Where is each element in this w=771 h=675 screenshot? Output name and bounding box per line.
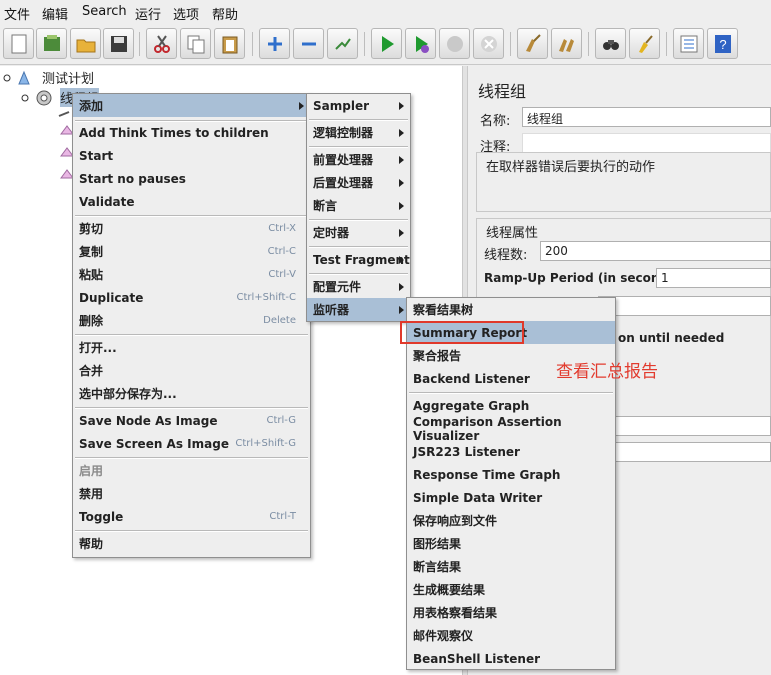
listener-item-assertion-results[interactable]: 断言结果 [407,555,615,578]
listener-item-view-results-table[interactable]: 用表格察看结果 [407,601,615,624]
listener-item-simple-data-writer[interactable]: Simple Data Writer [407,486,615,509]
templates-icon[interactable] [36,28,67,59]
listener-submenu: 察看结果树 Summary Report 聚合报告 Backend Listen… [406,297,616,670]
menu-search[interactable]: Search [82,4,127,19]
panel-title: 线程组 [478,82,527,101]
submenu-item-assertion[interactable]: 断言 [307,194,410,217]
menu-item-toggle[interactable]: Toggle Ctrl-T [73,505,310,528]
error-action-label: 在取样器错误后要执行的动作 [486,160,656,175]
listener-item-beanshell-listener[interactable]: BeanShell Listener [407,647,615,670]
add-submenu: Sampler 逻辑控制器 前置处理器 后置处理器 断言 定时器 Test Fr… [306,93,411,322]
loop-count-field[interactable]: 0 [598,296,771,316]
listener-item-mailer-visualizer[interactable]: 邮件观察仪 [407,624,615,647]
help-icon[interactable]: ? [707,28,738,59]
listener-item-generate-summary-results[interactable]: 生成概要结果 [407,578,615,601]
start-icon[interactable] [371,28,402,59]
context-menu: 添加 Add Think Times to children Start Sta… [72,93,311,558]
menu-run[interactable]: 运行 [135,4,161,23]
listener-item-view-results-tree[interactable]: 察看结果树 [407,298,615,321]
menu-file[interactable]: 文件 [4,4,30,23]
start-no-pause-icon[interactable] [405,28,436,59]
menu-item-add[interactable]: 添加 [73,94,310,117]
rampup-field[interactable]: 1 [656,268,771,288]
toggle-icon[interactable] [327,28,358,59]
menu-item-start[interactable]: Start [73,144,310,167]
menu-edit[interactable]: 编辑 [42,4,68,23]
cut-icon[interactable] [146,28,177,59]
menu-item-merge[interactable]: 合并 [73,359,310,382]
annotation-text: 查看汇总报告 [556,362,658,382]
listener-item-save-responses[interactable]: 保存响应到文件 [407,509,615,532]
test-plan-icon [3,70,30,84]
tree-node-test-plan[interactable]: 测试计划 [2,68,94,87]
menu-item-enable: 启用 [79,464,104,478]
comment-field[interactable] [522,133,771,153]
function-helper-icon[interactable] [673,28,704,59]
save-icon[interactable] [103,28,134,59]
name-field[interactable]: 线程组 [522,107,771,127]
name-label: 名称: [480,114,511,129]
submenu-item-logic-controller[interactable]: 逻辑控制器 [307,121,410,144]
listener-item-graph-results[interactable]: 图形结果 [407,532,615,555]
collapse-icon[interactable] [293,28,324,59]
open-icon[interactable] [70,28,101,59]
listener-item-comparison-assertion-visualizer[interactable]: Comparison Assertion Visualizer [407,415,615,443]
menu-item-save-screen-image[interactable]: Save Screen As Image Ctrl+Shift-G [73,432,310,455]
submenu-item-config-element[interactable]: 配置元件 [307,275,410,298]
search-icon[interactable] [595,28,626,59]
threads-label: 线程数: [484,248,528,263]
listener-item-response-time-graph[interactable]: Response Time Graph [407,463,615,486]
stop-icon[interactable] [439,28,470,59]
submenu-item-sampler[interactable]: Sampler [307,94,410,117]
menu-item-open[interactable]: 打开... [73,336,310,359]
clear-all-icon[interactable] [551,28,582,59]
menu-item-start-no-pauses[interactable]: Start no pauses [73,167,310,190]
listener-item-jsr223-listener[interactable]: JSR223 Listener [407,440,615,463]
startup-delay-field[interactable] [613,442,771,462]
menu-item-save-node-image[interactable]: Save Node As Image Ctrl-G [73,409,310,432]
expand-icon[interactable] [259,28,290,59]
svg-text:?: ? [719,37,726,52]
menubar: 文件 编辑 Search 运行 选项 帮助 [0,0,771,24]
clear-icon[interactable] [517,28,548,59]
reset-search-icon[interactable] [629,28,660,59]
menu-item-disable[interactable]: 禁用 [73,482,310,505]
menu-item-add-think-times[interactable]: Add Think Times to children [73,121,310,144]
menu-item-help[interactable]: 帮助 [73,532,310,555]
annotation-highlight-box [400,321,524,344]
tree-node-label: 测试计划 [42,72,95,87]
menu-item-copy[interactable]: 复制 Ctrl-C [73,240,310,263]
shutdown-icon[interactable] [473,28,504,59]
menu-options[interactable]: 选项 [173,4,199,23]
menu-item-paste[interactable]: 粘贴 Ctrl-V [73,263,310,286]
submenu-item-pre-processor[interactable]: 前置处理器 [307,148,410,171]
menu-item-cut[interactable]: 剪切 Ctrl-X [73,217,310,240]
submenu-item-listener[interactable]: 监听器 [307,298,410,321]
duration-field[interactable] [613,416,771,436]
toolbar: ? [0,24,771,65]
menu-item-save-selection[interactable]: 选中部分保存为... [73,382,310,405]
delay-creation-label: on until needed [618,331,725,345]
thread-group-icon [21,90,52,105]
thread-properties-label: 线程属性 [486,226,539,241]
submenu-item-timer[interactable]: 定时器 [307,221,410,244]
threads-field[interactable]: 200 [540,241,771,261]
menu-item-delete[interactable]: 删除 Delete [73,309,310,332]
menu-item-validate[interactable]: Validate [73,190,310,213]
submenu-item-post-processor[interactable]: 后置处理器 [307,171,410,194]
menu-help[interactable]: 帮助 [212,4,238,23]
new-icon[interactable] [3,28,34,59]
menu-item-duplicate[interactable]: Duplicate Ctrl+Shift-C [73,286,310,309]
copy-icon[interactable] [180,28,211,59]
submenu-item-test-fragment[interactable]: Test Fragment [307,248,410,271]
paste-icon[interactable] [214,28,245,59]
